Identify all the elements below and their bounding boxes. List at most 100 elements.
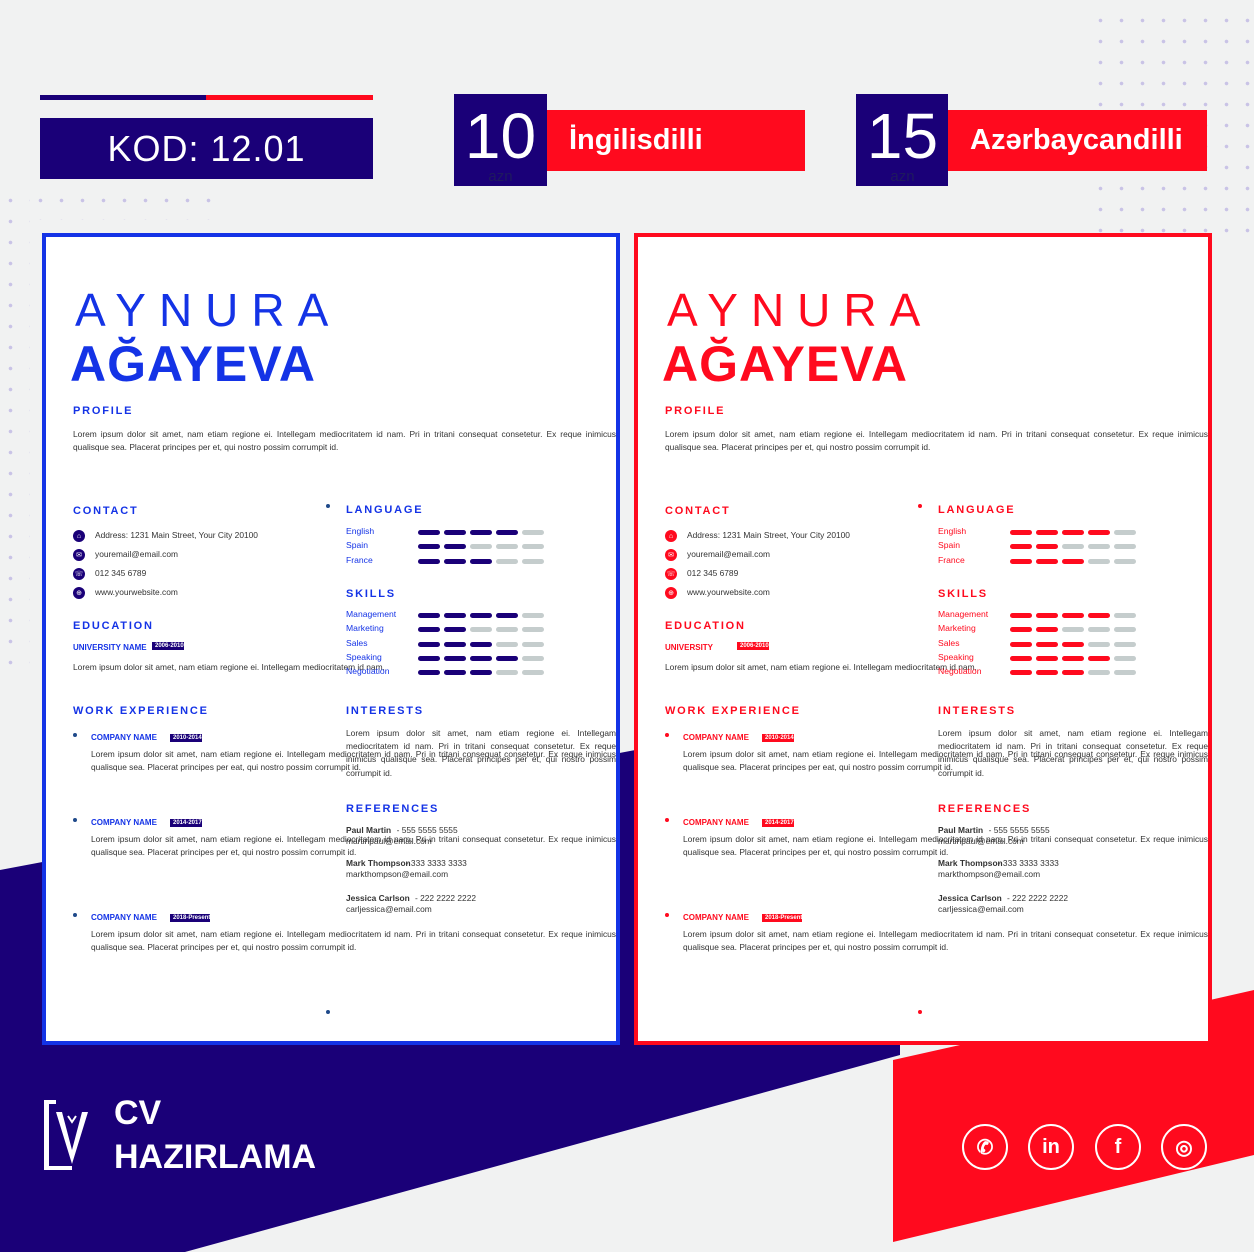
brand-logo-icon (44, 1100, 88, 1170)
skills-level-pill (470, 641, 492, 647)
interests-text: Lorem ipsum dolor sit amet, nam etiam re… (938, 728, 1208, 778)
skills-level-pill (470, 670, 492, 676)
contact-heading: CONTACT (73, 505, 139, 517)
linkedin-icon[interactable]: in (1028, 1124, 1074, 1170)
skills-level-pill (1036, 670, 1058, 676)
skills-level-pill (1088, 670, 1110, 676)
work-dates: 2018-Present (762, 914, 803, 922)
skills-level-pill (1010, 655, 1032, 661)
skills-level-pill (444, 670, 466, 676)
skills-label: Speaking (938, 651, 974, 662)
profile-text: Lorem ipsum dolor sit amet, nam etiam re… (73, 429, 616, 453)
skills-level-pill (1062, 670, 1084, 676)
language-heading: LANGUAGE (346, 504, 424, 516)
social-handle: _@nicoleamber (948, 959, 1007, 969)
skills-label: Management (938, 609, 989, 619)
skills-label: Negotiation (938, 666, 982, 677)
skills-level-pill (444, 627, 466, 633)
first-name: AYNURA (667, 284, 934, 336)
skills-level-pill (1010, 641, 1032, 647)
skills-level-pill (496, 627, 518, 633)
languages-level-pill (522, 558, 544, 564)
accent-line-red (206, 95, 373, 100)
twitter-icon (1162, 958, 1166, 962)
first-name: AYNURA (75, 284, 342, 336)
education-text: Lorem ipsum dolor sit amet, nam etiam re… (665, 662, 977, 672)
languages-level-pill (1036, 544, 1058, 550)
languages-level-pill (1010, 530, 1032, 535)
work-dates: 2010-2014 (170, 734, 202, 742)
skills-level-pill (418, 670, 440, 676)
languages-level-pill (1036, 558, 1058, 564)
skills-level-pill (1088, 641, 1110, 647)
skills-level-pill (1114, 627, 1136, 633)
timeline-dot (665, 733, 669, 737)
facebook-icon (534, 958, 538, 962)
work-description: Lorem ipsum dolor sit amet, nam etiam re… (91, 929, 616, 953)
contact-item: www.yourwebsite.com (687, 587, 770, 597)
skills-level-pill (444, 655, 466, 661)
price-currency: azn (890, 168, 915, 185)
skills-level-pill (1114, 613, 1136, 618)
reference-email: carljessica@email.com (346, 904, 432, 914)
reference-email: markthompson@email.com (346, 869, 449, 879)
dot-pattern (0, 190, 30, 670)
reference-name: Paul Martin (346, 825, 392, 835)
reference-name: Mark Thompson (938, 858, 1003, 868)
timeline-dot (73, 913, 77, 917)
work-experience-heading: WORK EXPERIENCE (665, 705, 801, 717)
education-text: Lorem ipsum dolor sit amet, nam etiam re… (73, 662, 385, 672)
timeline-dot (73, 733, 77, 737)
reference-email: markthompson@email.com (938, 869, 1041, 879)
languages-label: France (938, 554, 965, 565)
skills-level-pill (522, 670, 544, 676)
facebook-icon[interactable]: f (1095, 1124, 1141, 1170)
skills-label: Marketing (346, 623, 384, 634)
reference-name: Mark Thompson (346, 858, 411, 868)
instagram-icon[interactable]: ◎ (1161, 1124, 1207, 1170)
language-heading: LANGUAGE (938, 504, 1016, 516)
skills-level-pill (1088, 627, 1110, 633)
interests-heading: INTERESTS (346, 705, 424, 717)
mail-icon: ✉ (665, 549, 677, 561)
languages-level-pill (496, 544, 518, 550)
languages-level-pill (496, 530, 518, 535)
skills-label: Management (346, 609, 397, 619)
languages-level-pill (470, 558, 492, 564)
facebook-icon (1126, 958, 1130, 962)
skills-level-pill (522, 641, 544, 647)
reference-phone: - 333 3333 3333 (405, 858, 467, 868)
job-title-bold: MANAGER (1016, 293, 1092, 305)
instagram-icon (1144, 958, 1148, 962)
last-name: AĞAYEVA (662, 336, 908, 392)
contact-item: youremail@email.com (95, 549, 178, 559)
whatsapp-icon[interactable]: ✆ (962, 1124, 1008, 1170)
timeline-dot (326, 1010, 330, 1014)
skills-level-pill (1062, 627, 1084, 633)
reference-phone: - 222 2222 2222 (1007, 893, 1069, 903)
price-currency: azn (488, 168, 513, 185)
languages-level-pill (1036, 530, 1058, 535)
work-dates: 2018-Present (170, 914, 211, 922)
skills-label: Marketing (938, 623, 976, 634)
skills-level-pill (522, 627, 544, 633)
languages-level-pill (1088, 558, 1110, 564)
interests-text: Lorem ipsum dolor sit amet, nam etiam re… (346, 728, 616, 778)
skills-level-pill (418, 641, 440, 647)
languages-label: English (346, 526, 375, 536)
work-dates: 2014-2017 (170, 819, 202, 827)
work-dates: 2010-2014 (762, 734, 794, 742)
interests-heading: INTERESTS (938, 705, 1016, 717)
price-amount: 10 (464, 100, 537, 172)
price-amount: 15 (866, 100, 939, 172)
languages-level-pill (496, 558, 518, 564)
skills-heading: SKILLS (938, 588, 988, 600)
timeline-dot (665, 818, 669, 822)
languages-level-pill (1062, 530, 1084, 535)
skills-level-pill (1036, 655, 1058, 661)
skills-level-pill (418, 627, 440, 633)
company-name: COMPANY NAME (91, 733, 157, 742)
skills-level-pill (522, 613, 544, 618)
skills-label: Sales (938, 637, 960, 648)
job-title-bold: MANAGER (424, 293, 500, 305)
